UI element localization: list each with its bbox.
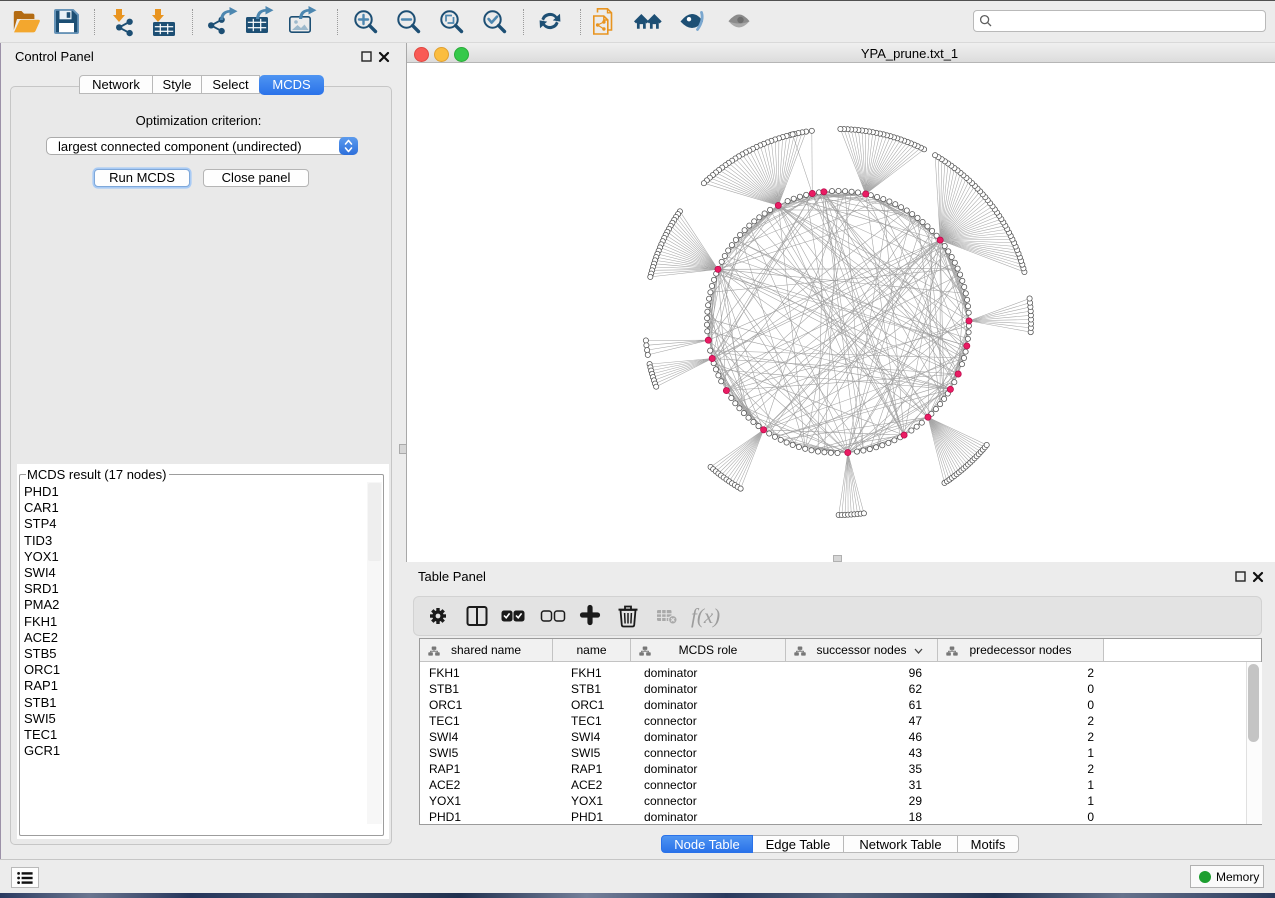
svg-text:f(x): f(x) <box>691 604 720 628</box>
